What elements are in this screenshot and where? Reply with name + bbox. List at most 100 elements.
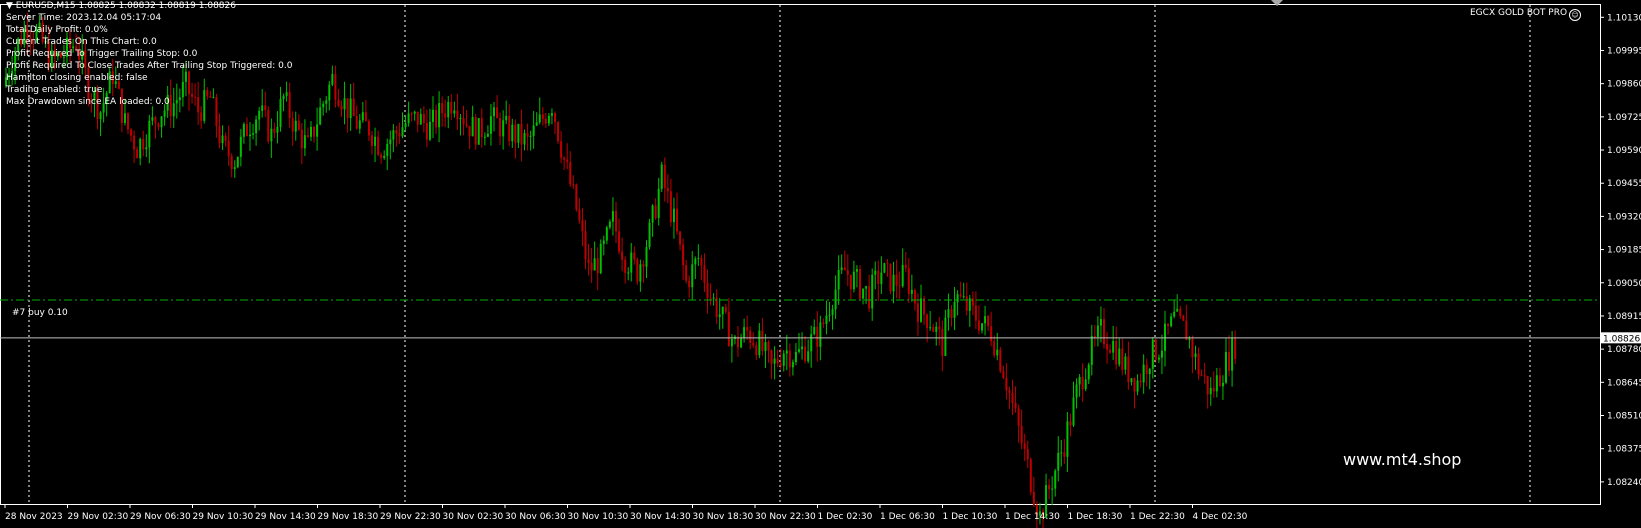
candle-bear: [700, 254, 703, 280]
candle-bull: [1124, 353, 1127, 375]
candle-bear: [877, 260, 880, 301]
candle-body: [581, 220, 584, 232]
candle-bear: [895, 259, 898, 299]
candle-bear: [142, 130, 145, 157]
candle-body: [706, 282, 709, 298]
candle-body: [1078, 376, 1081, 385]
candle-body: [1182, 315, 1185, 321]
ohlc-values: 1.08825 1.08832 1.08819 1.08826: [78, 1, 236, 11]
candle-bull: [538, 97, 541, 125]
candle-body: [657, 188, 660, 219]
candle-body: [352, 98, 355, 117]
candle-bear: [441, 96, 444, 127]
candle-bear: [496, 95, 499, 119]
candle-bull: [258, 106, 261, 131]
price-axis[interactable]: 1.10130 1.09995 1.09860 1.09725 1.09590 1.094…: [1600, 13, 1641, 488]
candle-bull: [807, 339, 810, 364]
candle-body: [1121, 348, 1124, 370]
candle-bull: [413, 110, 416, 121]
candle-body: [337, 99, 340, 106]
candle-bull: [319, 98, 322, 126]
max-drawdown: Max Drawdown since EA loaded: 0.0: [6, 97, 170, 107]
candle-bull: [502, 110, 505, 150]
candle-body: [547, 115, 550, 124]
candle-body: [990, 326, 993, 342]
candle-bear: [959, 281, 962, 299]
candle-bear: [1212, 371, 1215, 398]
candle-bear: [578, 198, 581, 224]
candle-body: [669, 191, 672, 223]
candle-bear: [267, 106, 270, 144]
candle-body: [727, 311, 730, 347]
candle-bull: [892, 261, 895, 304]
candle-body: [151, 117, 154, 121]
candle-bear: [727, 298, 730, 347]
candle-body: [276, 126, 279, 133]
y-tick-label: 1.09320: [1607, 212, 1641, 222]
candle-body: [730, 338, 733, 347]
candle-body: [355, 116, 358, 129]
chart-shift-marker-icon[interactable]: [1271, 0, 1283, 6]
candle-body: [611, 211, 614, 222]
candle-body: [419, 113, 422, 125]
candle-body: [758, 330, 761, 356]
candle-body: [142, 138, 145, 150]
candle-bear: [1020, 409, 1023, 450]
candle-body: [441, 103, 444, 114]
candle-body: [1160, 350, 1163, 358]
candle-body: [1157, 357, 1160, 360]
candle-body: [236, 156, 239, 168]
candle-body: [639, 264, 642, 282]
candle-body: [371, 135, 373, 146]
candle-bear: [1008, 386, 1011, 410]
candle-bull: [1078, 373, 1081, 397]
y-tick-label: 1.09725: [1607, 113, 1641, 123]
candle-body: [447, 101, 450, 118]
candle-body: [621, 251, 624, 260]
candle-bull: [489, 104, 492, 146]
candle-bull: [837, 255, 840, 305]
candle-bull: [236, 156, 239, 169]
y-tick-label: 1.09995: [1607, 46, 1641, 56]
candle-bear: [1069, 413, 1072, 437]
candle-body: [374, 136, 377, 146]
candle-bull: [310, 120, 312, 142]
candle-body: [825, 315, 828, 324]
candle-body: [459, 118, 462, 120]
candle-body: [297, 120, 300, 130]
candle-body: [840, 267, 843, 270]
candle-body: [807, 351, 810, 362]
candle-body: [319, 107, 322, 125]
candle-body: [880, 272, 883, 284]
candle-body: [816, 326, 819, 347]
candle-bear: [1063, 439, 1066, 464]
chart-menu-arrow-icon[interactable]: ▼: [6, 1, 13, 11]
candle-bull: [764, 333, 767, 368]
candle-body: [1188, 338, 1191, 341]
candle-bull: [383, 150, 386, 160]
expert-advisor-name[interactable]: EGCX GOLD BOT PRO ☺: [1470, 8, 1582, 21]
candle-bull: [438, 91, 441, 143]
candle-bear: [435, 104, 438, 134]
candle-bear: [480, 108, 483, 148]
candle-bear: [380, 152, 383, 164]
watermark: www.mt4.shop: [1343, 450, 1462, 469]
candle-body: [157, 123, 160, 128]
candle-body: [1090, 336, 1093, 365]
candle-bear: [456, 93, 459, 130]
candle-body: [834, 289, 837, 310]
candle-bear: [755, 341, 758, 360]
candle-body: [938, 326, 941, 329]
candle-body: [1081, 376, 1084, 390]
candle-bull: [1118, 338, 1121, 367]
candle-bear: [273, 122, 276, 139]
candle-body: [474, 117, 477, 145]
candle-bear: [987, 314, 990, 331]
candle-bull: [447, 95, 450, 129]
candle-body: [608, 221, 611, 228]
time-axis[interactable]: 28 Nov 2023 29 Nov 02:30 29 Nov 06:30 29 No…: [4, 504, 1248, 522]
candle-bull: [981, 323, 983, 334]
x-tick-label: 28 Nov 2023: [5, 512, 63, 522]
ea-name-label: EGCX GOLD BOT PRO: [1470, 8, 1568, 18]
x-tick-label: 1 Dec 02:30: [818, 512, 873, 522]
